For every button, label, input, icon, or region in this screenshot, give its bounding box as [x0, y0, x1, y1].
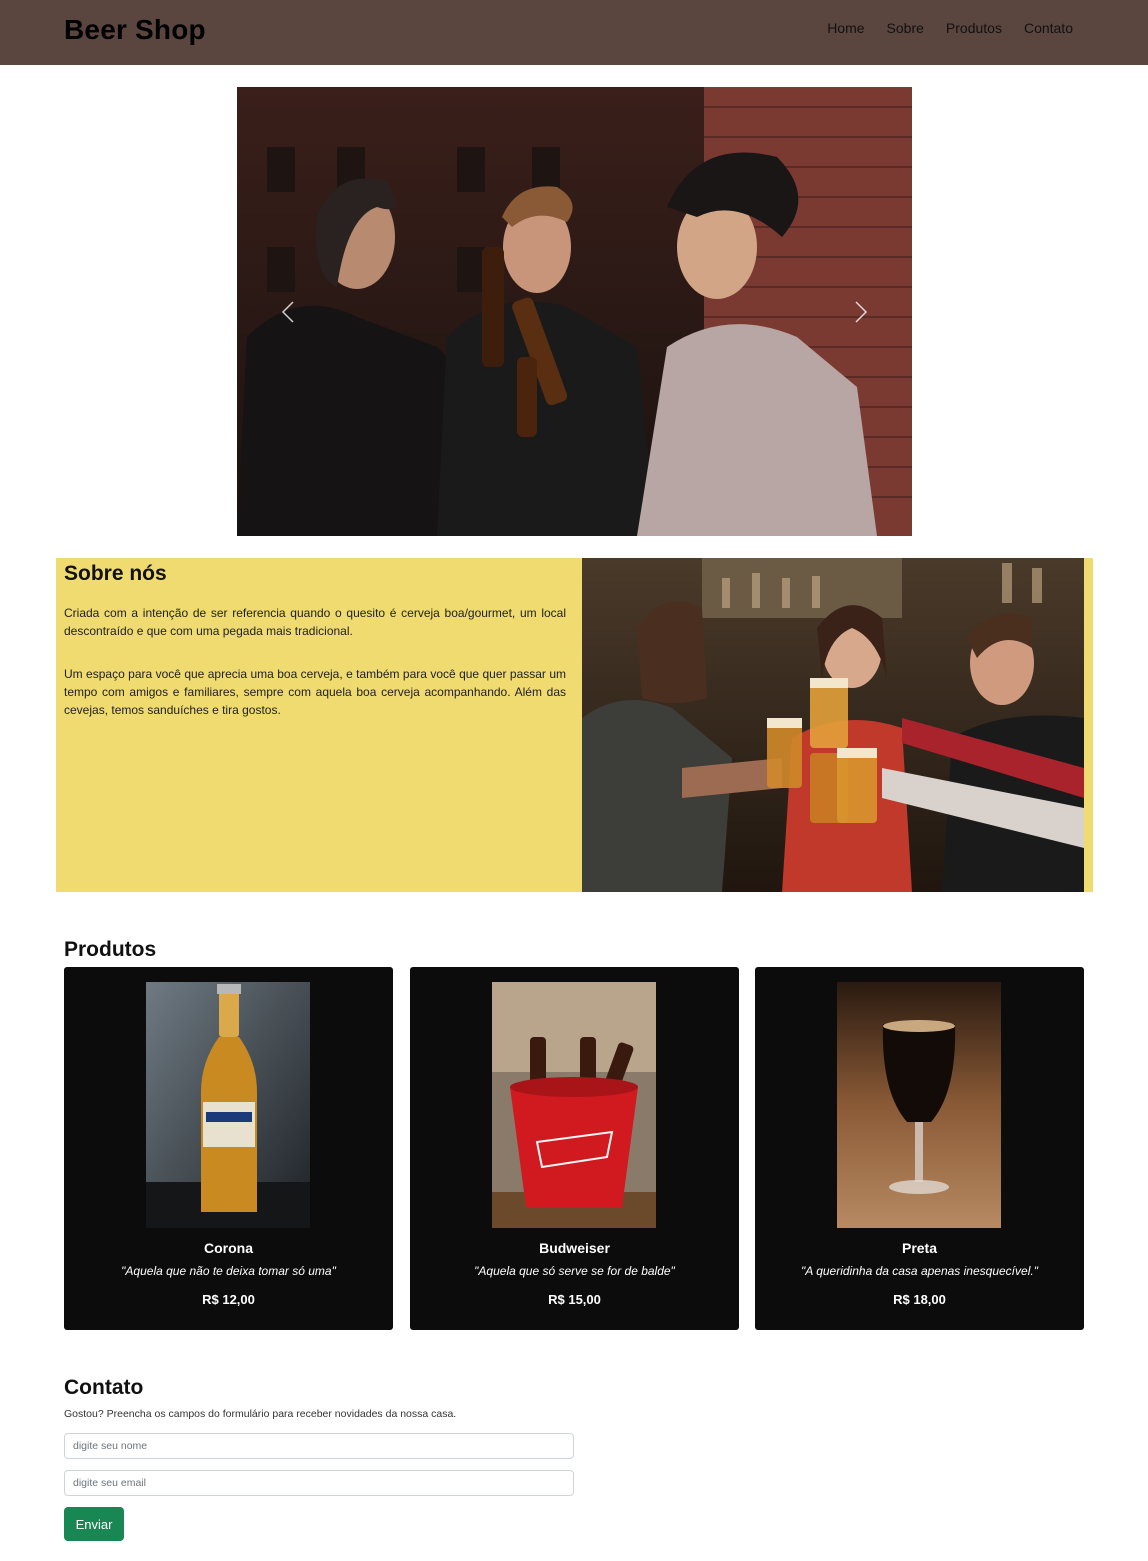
nav-link-sobre[interactable]: Sobre — [887, 20, 924, 36]
brand-logo[interactable]: Beer Shop — [64, 14, 206, 46]
hero-carousel — [237, 87, 912, 536]
product-image-budweiser — [492, 982, 656, 1228]
email-field[interactable] — [64, 1470, 574, 1496]
contato-subtitle: Gostou? Preencha os campos do formulário… — [64, 1408, 457, 1420]
nav-link-home[interactable]: Home — [827, 20, 864, 36]
carousel-photo — [237, 87, 912, 536]
product-name: Budweiser — [539, 1240, 610, 1256]
product-name: Preta — [901, 1240, 938, 1256]
sobre-title: Sobre nós — [64, 562, 167, 585]
submit-button[interactable]: Enviar — [64, 1507, 124, 1541]
product-card-corona[interactable]: Corona "Aquela que não te deixa tomar só… — [64, 967, 393, 1330]
product-price: R$ 15,00 — [548, 1292, 601, 1307]
contato-title: Contato — [64, 1376, 144, 1399]
product-image-corona — [146, 982, 310, 1228]
chevron-right-icon — [855, 301, 868, 323]
sobre-photo — [582, 558, 1084, 892]
carousel-next-button[interactable] — [836, 287, 886, 337]
product-card-preta[interactable]: Preta "A queridinha da casa apenas inesq… — [755, 967, 1084, 1330]
product-description: "A queridinha da casa apenas inesquecíve… — [801, 1264, 1038, 1278]
sobre-paragraph-2: Um espaço para você que aprecia uma boa … — [64, 667, 566, 717]
product-price: R$ 18,00 — [893, 1292, 946, 1307]
sobre-section: Sobre nós Criada com a intenção de ser r… — [56, 558, 1093, 892]
product-card-budweiser[interactable]: Budweiser "Aquela que só serve se for de… — [410, 967, 739, 1330]
carousel-prev-button[interactable] — [263, 287, 313, 337]
product-description: "Aquela que não te deixa tomar só uma" — [121, 1264, 336, 1278]
chevron-left-icon — [281, 301, 294, 323]
product-image-preta — [837, 982, 1001, 1228]
nav-link-contato[interactable]: Contato — [1024, 20, 1073, 36]
product-name: Corona — [204, 1240, 253, 1256]
product-price: R$ 12,00 — [202, 1292, 255, 1307]
sobre-paragraph-1: Criada com a intenção de ser referencia … — [64, 606, 566, 638]
name-field[interactable] — [64, 1433, 574, 1459]
product-description: "Aquela que só serve se for de balde" — [474, 1264, 675, 1278]
navbar: Beer Shop Home Sobre Produtos Contato — [0, 0, 1148, 65]
nav-link-produtos[interactable]: Produtos — [946, 20, 1002, 36]
nav-links: Home Sobre Produtos Contato — [827, 20, 1073, 36]
produtos-title: Produtos — [64, 938, 157, 961]
